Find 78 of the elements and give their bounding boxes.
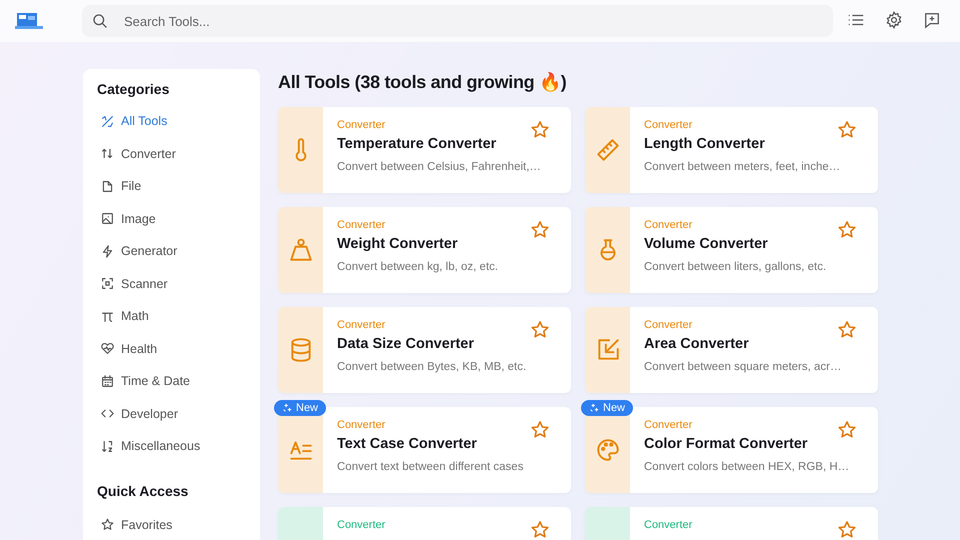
category-item[interactable]: Developer xyxy=(97,398,178,430)
category-label: Converter xyxy=(644,519,692,531)
new-badge: New xyxy=(274,400,326,416)
category-item[interactable]: File xyxy=(97,170,142,202)
tool-name: Volume Converter xyxy=(644,236,768,252)
calendar-icon xyxy=(101,374,114,388)
tool-card[interactable]: Converter Weight Converter Convert between kg, lb, oz, etc. xyxy=(278,207,571,293)
quick-access-item[interactable]: Favorites xyxy=(97,508,172,540)
image-icon xyxy=(101,212,114,226)
tool-card[interactable]: Converter Data Size Converter Convert between Bytes, KB, MB, etc. xyxy=(278,307,571,393)
category-item[interactable]: Time & Date xyxy=(97,365,190,398)
lightning-icon xyxy=(101,244,114,258)
heart-icon xyxy=(101,342,114,356)
category-item[interactable]: Health xyxy=(97,332,158,365)
logo-icon xyxy=(14,11,44,31)
star-icon[interactable] xyxy=(530,120,550,140)
category-label: Converter xyxy=(337,119,386,131)
tool-description: Convert between Celsius, Fahrenheit,… xyxy=(337,161,541,173)
star-icon[interactable] xyxy=(530,520,550,540)
category-label: Converter xyxy=(337,319,386,331)
weight-icon xyxy=(288,237,314,263)
star-icon[interactable] xyxy=(837,320,857,340)
category-item[interactable]: All Tools xyxy=(97,105,168,138)
category-label: Converter xyxy=(644,219,692,231)
feedback-icon[interactable] xyxy=(922,11,942,31)
tool-card[interactable]: Converter Area Converter Convert between square meters, acr… xyxy=(585,307,878,393)
star-icon[interactable] xyxy=(837,120,857,140)
swap-arrows-icon xyxy=(101,147,114,160)
tool-name: Data Size Converter xyxy=(337,336,474,352)
tool-name: Text Case Converter xyxy=(337,436,477,452)
tool-name: Temperature Converter xyxy=(337,136,496,152)
tool-description: Convert between kg, lb, oz, etc. xyxy=(337,261,498,273)
tool-description: Convert between square meters, acr… xyxy=(644,361,842,373)
scan-icon xyxy=(101,277,114,290)
category-label: Converter xyxy=(337,419,386,431)
category-item[interactable]: Converter xyxy=(97,138,176,170)
tool-description: Convert text between different cases xyxy=(337,461,524,473)
category-label: Converter xyxy=(644,119,692,131)
category-label: Converter xyxy=(644,419,692,431)
star-icon[interactable] xyxy=(530,320,550,340)
category-item[interactable]: Image xyxy=(97,202,156,235)
settings-icon[interactable] xyxy=(884,11,904,31)
star-icon xyxy=(101,518,114,532)
category-label: Converter xyxy=(644,319,692,331)
tool-name: Area Converter xyxy=(644,336,749,352)
code-icon xyxy=(101,407,114,420)
tool-name: Weight Converter xyxy=(337,236,458,252)
category-item[interactable]: Miscellaneous xyxy=(97,430,200,462)
tool-card[interactable]: Converter Length Converter Convert between meters, feet, inche… xyxy=(585,107,878,193)
tool-description: Convert between Bytes, KB, MB, etc. xyxy=(337,361,526,373)
tool-name: Length Converter xyxy=(644,136,765,152)
ruler-icon xyxy=(594,137,620,163)
category-label: Converter xyxy=(337,519,386,531)
pi-icon xyxy=(101,310,114,323)
tool-card[interactable]: Converter Volume Converter Convert between liters, gallons, etc. xyxy=(585,207,878,293)
star-icon[interactable] xyxy=(530,220,550,240)
category-item[interactable]: Math xyxy=(97,300,149,332)
page-title: All Tools (38 tools and growing 🔥) xyxy=(278,71,568,93)
sort-icon xyxy=(101,440,114,453)
category-item[interactable]: Generator xyxy=(97,235,178,268)
tool-name: Color Format Converter xyxy=(644,436,808,452)
category-item[interactable]: Scanner xyxy=(97,268,168,300)
palette-icon xyxy=(594,437,620,463)
search-icon xyxy=(92,13,108,29)
star-icon[interactable] xyxy=(530,420,550,440)
tool-description: Convert between meters, feet, inche… xyxy=(644,161,840,173)
section-heading: Quick Access xyxy=(97,482,188,498)
new-badge: New xyxy=(581,400,634,416)
file-icon xyxy=(101,180,114,193)
star-icon[interactable] xyxy=(837,420,857,440)
tool-description: Convert between liters, gallons, etc. xyxy=(644,261,826,273)
star-icon[interactable] xyxy=(837,520,857,540)
search-field[interactable]: Search Tools... xyxy=(82,5,833,37)
section-heading: Categories xyxy=(97,81,170,97)
tool-description: Convert colors between HEX, RGB, H… xyxy=(644,461,850,473)
tool-card[interactable]: Converter Temperature Converter Convert between Celsius, Fahrenheit,… xyxy=(278,107,571,193)
star-icon[interactable] xyxy=(837,220,857,240)
category-label: Converter xyxy=(337,219,386,231)
